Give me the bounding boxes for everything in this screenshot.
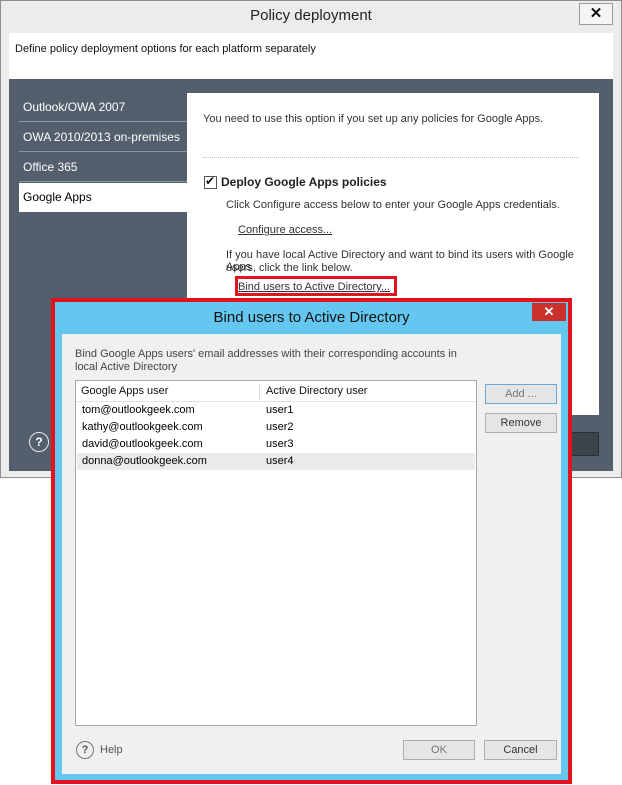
help-icon[interactable]: ? [76,741,94,759]
configure-instruction: Click Configure access below to enter yo… [226,199,560,211]
nav-item-outlook-owa-2007[interactable]: Outlook/OWA 2007 [19,93,195,122]
info-text: You need to use this option if you set u… [203,113,544,125]
bind-users-link[interactable]: Bind users to Active Directory... [238,281,390,293]
cancel-button[interactable]: Cancel [484,740,557,760]
deploy-policies-label[interactable]: Deploy Google Apps policies [221,175,387,189]
table-row[interactable]: kathy@outlookgeek.com user2 [77,419,475,436]
divider [203,157,579,158]
dialog-body: Bind Google Apps users' email addresses … [62,334,561,774]
help-icon[interactable]: ? [29,432,49,452]
window-title: Policy deployment [1,1,621,31]
close-icon[interactable]: ✕ [579,3,613,25]
remove-button[interactable]: Remove [485,413,557,433]
column-header-google-user[interactable]: Google Apps user [76,383,260,400]
bind-users-dialog: Bind users to Active Directory ✕ Bind Go… [55,302,568,780]
ad-user-cell: user3 [266,438,294,450]
intro-text: Define policy deployment options for eac… [15,43,316,55]
user-binding-list[interactable]: Google Apps user Active Directory user t… [75,380,477,726]
column-header-ad-user[interactable]: Active Directory user [261,383,475,400]
table-row[interactable]: tom@outlookgeek.com user1 [77,402,475,419]
ad-instruction-line2: users, click the link below. [226,262,353,274]
close-icon[interactable]: ✕ [532,303,566,321]
dialog-description-line1: Bind Google Apps users' email addresses … [75,348,457,360]
google-user-cell: david@outlookgeek.com [82,438,203,450]
table-row[interactable]: david@outlookgeek.com user3 [77,436,475,453]
nav-item-office-365[interactable]: Office 365 [19,153,195,182]
ok-button[interactable]: OK [403,740,475,760]
dialog-description: Bind Google Apps users' email addresses … [75,348,495,374]
ad-user-cell: user1 [266,404,294,416]
google-user-cell: kathy@outlookgeek.com [82,421,203,433]
help-label[interactable]: Help [100,744,123,756]
dialog-title: Bind users to Active Directory [213,309,410,326]
add-button[interactable]: Add ... [485,384,557,404]
ad-user-cell: user2 [266,421,294,433]
nav-item-owa-2010-2013[interactable]: OWA 2010/2013 on-premises [19,123,195,152]
google-user-cell: tom@outlookgeek.com [82,404,195,416]
deploy-policies-checkbox[interactable] [204,174,217,189]
table-row[interactable]: donna@outlookgeek.com user4 [77,453,475,470]
ad-user-cell: user4 [266,455,294,467]
google-user-cell: donna@outlookgeek.com [82,455,207,467]
dialog-description-line2: local Active Directory [75,361,178,373]
configure-access-link[interactable]: Configure access... [238,224,332,236]
intro-panel: Define policy deployment options for eac… [9,33,613,79]
nav-item-google-apps[interactable]: Google Apps [19,183,195,212]
